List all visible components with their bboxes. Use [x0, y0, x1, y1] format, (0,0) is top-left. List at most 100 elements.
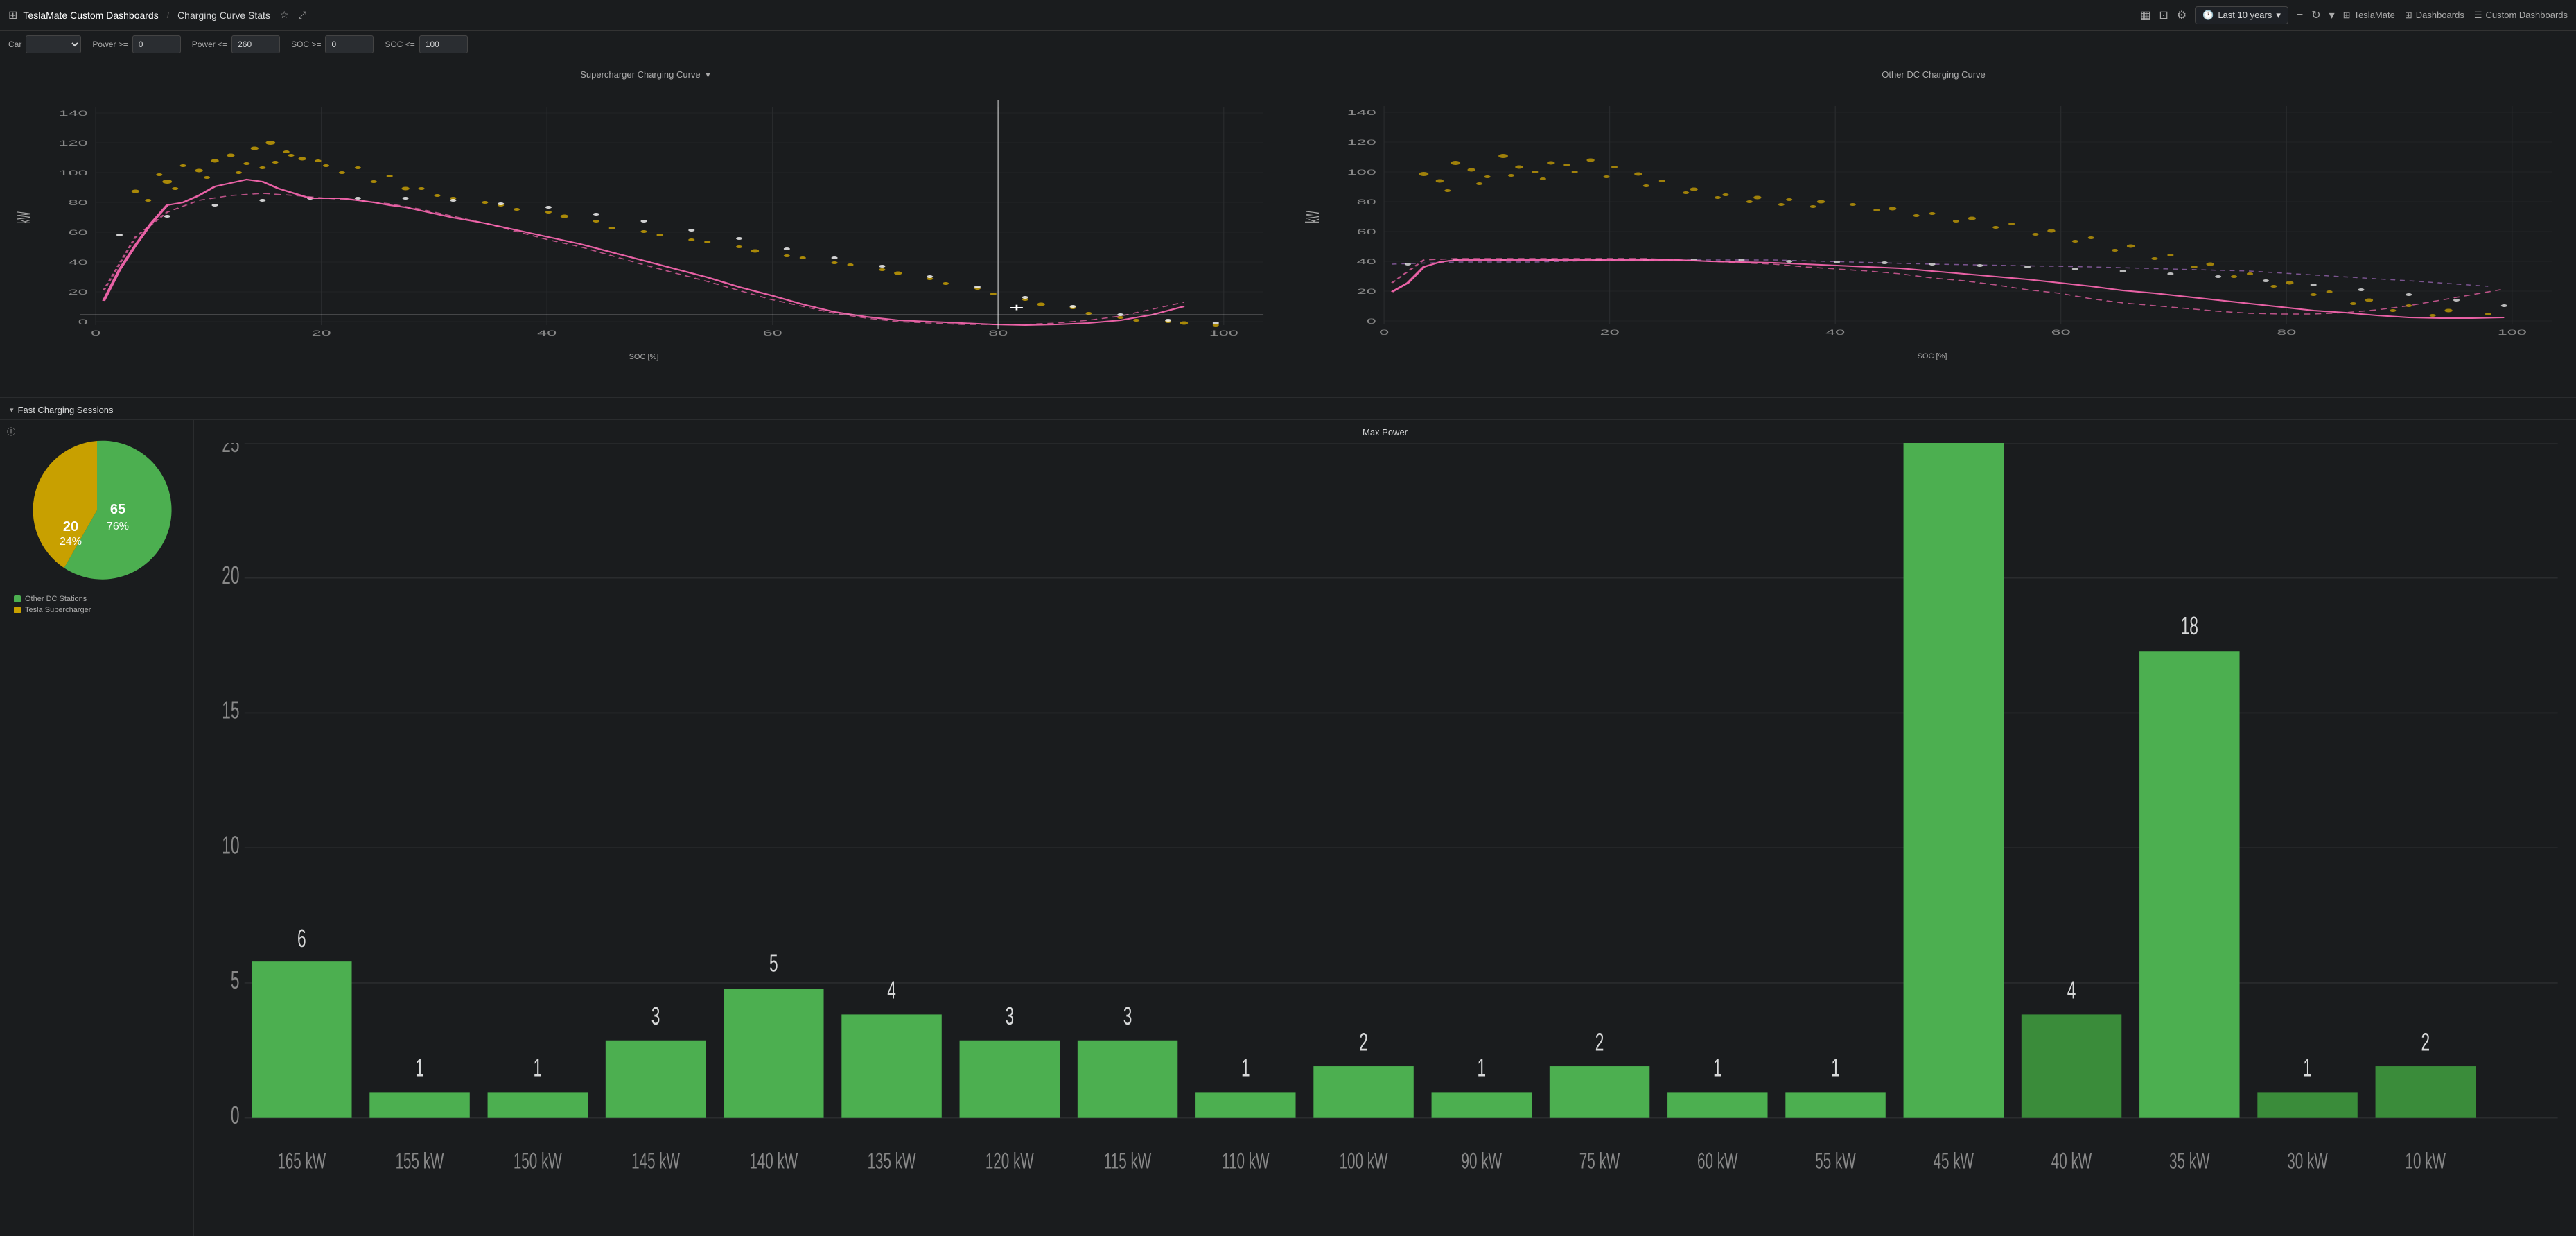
svg-text:155 kW: 155 kW: [396, 1148, 444, 1174]
refresh-icon[interactable]: ↻: [2311, 8, 2320, 22]
zoom-out-icon[interactable]: −: [2297, 9, 2303, 21]
svg-text:5: 5: [231, 967, 240, 994]
svg-text:5: 5: [769, 950, 778, 977]
soc-lte-label: SOC <=: [385, 40, 414, 49]
bar-chart-svg: 0 5 10 15 20 25 6 165 kW: [205, 443, 2565, 1230]
other-dc-chart-area: 0 20 40 60 80 100 120 140 0 20 40 60: [1297, 85, 2568, 349]
pie-chart-svg: 65 76% 20 24%: [21, 434, 173, 586]
svg-text:40: 40: [537, 329, 557, 337]
fast-charging-header: ▾ Fast Charging Sessions: [0, 398, 2576, 420]
settings-icon[interactable]: ⚙: [2177, 8, 2187, 22]
svg-text:40: 40: [1357, 257, 1376, 266]
svg-text:4: 4: [887, 977, 896, 1004]
soc-gte-input[interactable]: [325, 35, 374, 53]
svg-text:15: 15: [222, 697, 239, 724]
panel-icon[interactable]: ⊡: [2159, 8, 2168, 22]
svg-text:20: 20: [222, 562, 239, 589]
legend-item-tesla: Tesla Supercharger: [14, 606, 91, 614]
svg-text:90 kW: 90 kW: [1462, 1148, 1502, 1174]
pie-chart-panel: ⓘ 65 76% 20 24%: [0, 420, 194, 1236]
charts-row: Supercharger Charging Curve ▾: [0, 58, 2576, 398]
power-gte-filter: Power >=: [92, 35, 180, 53]
other-dc-chart-panel: Other DC Charging Curve: [1288, 58, 2576, 397]
power-lte-label: Power <=: [192, 40, 227, 49]
nav-custom-label: Custom Dashboards: [2486, 10, 2568, 20]
grid-icon: ⊞: [8, 8, 17, 22]
nav-teslamate-label: TeslaMate: [2354, 10, 2395, 20]
svg-text:0: 0: [91, 329, 100, 337]
svg-text:80: 80: [69, 198, 88, 207]
other-dc-svg: 0 20 40 60 80 100 120 140 0 20 40 60: [1297, 85, 2568, 349]
svg-text:2: 2: [1595, 1029, 1604, 1056]
svg-text:0: 0: [1367, 317, 1376, 325]
svg-text:40: 40: [69, 258, 88, 266]
section-title: Fast Charging Sessions: [18, 405, 114, 415]
pie-legend: Other DC Stations Tesla Supercharger: [7, 595, 91, 614]
more-options-icon[interactable]: ▾: [2329, 8, 2335, 22]
svg-text:kW: kW: [15, 211, 35, 223]
dashboard-icon[interactable]: ▦: [2140, 8, 2150, 22]
car-filter: Car: [8, 35, 81, 53]
svg-text:2: 2: [1359, 1029, 1368, 1056]
power-lte-input[interactable]: [231, 35, 280, 53]
svg-text:30 kW: 30 kW: [2287, 1148, 2328, 1174]
soc-gte-label: SOC >=: [291, 40, 321, 49]
soc-lte-input[interactable]: [419, 35, 468, 53]
svg-text:115 kW: 115 kW: [1104, 1148, 1152, 1174]
app-title: TeslaMate Custom Dashboards: [23, 10, 158, 21]
clock-icon: 🕐: [2202, 10, 2214, 21]
section-chevron-icon: ▾: [10, 406, 14, 415]
supercharger-chart-area: 0 20 40 60 80 100 120 140 0 20 40 6: [8, 86, 1279, 349]
svg-text:25: 25: [222, 443, 239, 458]
bar-chart-panel: Max Power: [194, 420, 2576, 1236]
supercharger-chart-title[interactable]: Supercharger Charging Curve ▾: [8, 69, 1279, 80]
time-range-selector[interactable]: 🕐 Last 10 years ▾: [2195, 6, 2288, 24]
svg-text:20: 20: [62, 519, 78, 534]
car-label: Car: [8, 40, 21, 49]
main-area: Supercharger Charging Curve ▾: [0, 58, 2576, 1236]
favorite-icon[interactable]: ☆: [280, 9, 289, 21]
nav-teslamate[interactable]: ⊞ TeslaMate: [2343, 10, 2395, 21]
svg-text:40: 40: [1825, 328, 1845, 336]
svg-text:20: 20: [312, 329, 331, 337]
nav-custom-dashboards[interactable]: ☰ Custom Dashboards: [2474, 10, 2568, 21]
svg-text:140: 140: [1347, 108, 1376, 116]
svg-text:140 kW: 140 kW: [749, 1148, 798, 1174]
legend-dot-tesla: [14, 607, 21, 613]
legend-item-other: Other DC Stations: [14, 595, 91, 603]
svg-text:110 kW: 110 kW: [1222, 1148, 1270, 1174]
svg-text:120: 120: [1347, 138, 1376, 146]
share-icon[interactable]: ⤢: [298, 9, 306, 21]
svg-text:18: 18: [2181, 613, 2198, 640]
svg-text:20: 20: [69, 288, 88, 296]
svg-text:140: 140: [59, 109, 88, 117]
power-gte-input[interactable]: [132, 35, 181, 53]
other-dc-title-text: Other DC Charging Curve: [1882, 69, 1986, 80]
page-subtitle: Charging Curve Stats: [177, 10, 270, 21]
bar-chart-area: 0 5 10 15 20 25 6 165 kW: [205, 443, 2565, 1230]
svg-text:1: 1: [1713, 1055, 1722, 1082]
bottom-content: ⓘ 65 76% 20 24%: [0, 420, 2576, 1236]
svg-text:80: 80: [1357, 198, 1376, 206]
supercharger-chart-panel: Supercharger Charging Curve ▾: [0, 58, 1288, 397]
svg-text:120 kW: 120 kW: [985, 1148, 1034, 1174]
svg-text:0: 0: [78, 317, 88, 326]
svg-text:20: 20: [1357, 287, 1376, 295]
soc-lte-filter: SOC <=: [385, 35, 467, 53]
svg-text:1: 1: [415, 1055, 424, 1082]
svg-text:1: 1: [1477, 1055, 1486, 1082]
svg-text:3: 3: [1123, 1003, 1132, 1030]
chart2-x-label: SOC [%]: [1297, 352, 2568, 360]
car-select[interactable]: [26, 35, 81, 53]
nav-dashboards[interactable]: ⊞ Dashboards: [2405, 10, 2464, 21]
chart1-x-label: SOC [%]: [8, 353, 1279, 361]
svg-text:120: 120: [59, 139, 88, 147]
title-separator: /: [167, 10, 169, 20]
legend-dot-other: [14, 595, 21, 602]
svg-text:kW: kW: [1303, 211, 1324, 223]
svg-text:0: 0: [231, 1102, 240, 1129]
power-lte-filter: Power <=: [192, 35, 280, 53]
top-bar-right: ▦ ⊡ ⚙ 🕐 Last 10 years ▾ − ↻ ▾ ⊞ TeslaMat…: [2140, 6, 2568, 24]
nav-teslamate-icon: ⊞: [2343, 10, 2351, 21]
nav-dashboards-label: Dashboards: [2416, 10, 2464, 20]
